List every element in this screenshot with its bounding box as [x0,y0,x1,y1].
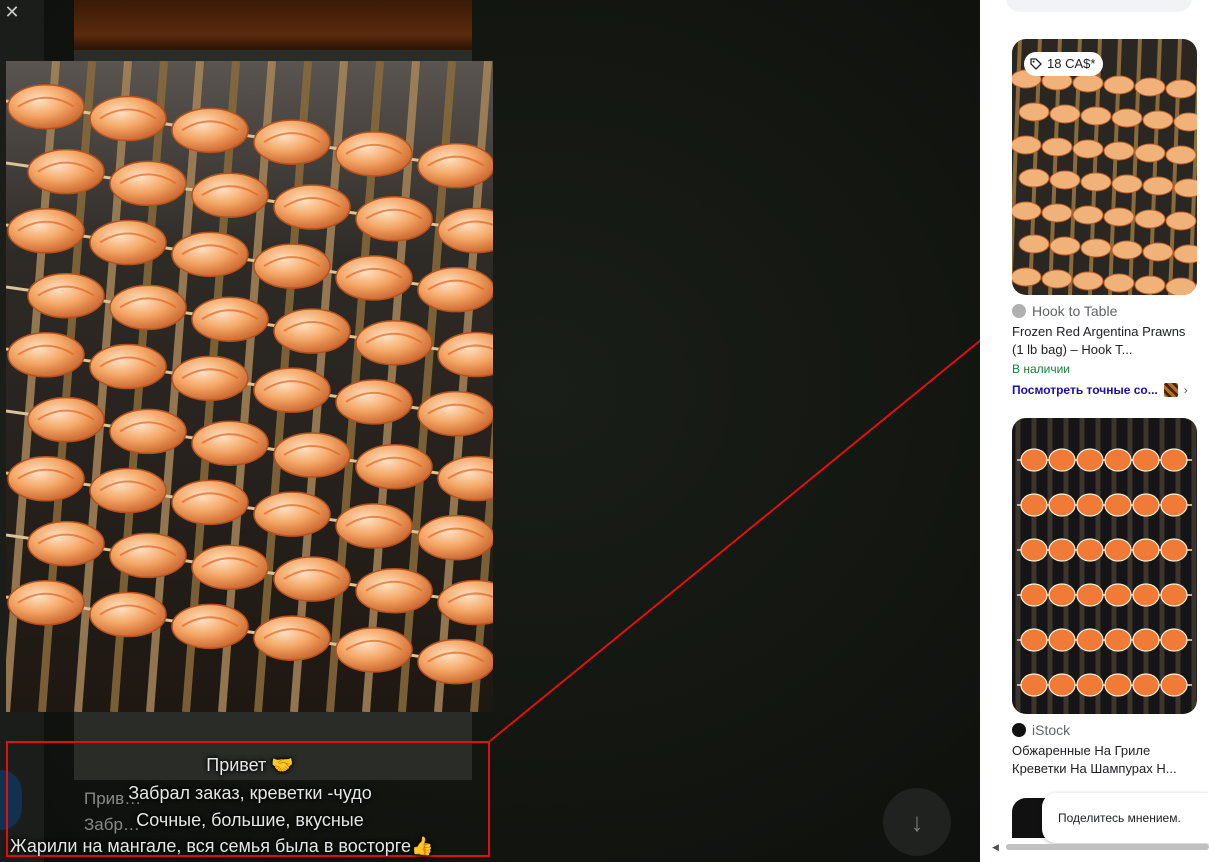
hook-to-table-icon [1012,304,1026,318]
istock-icon [1012,723,1026,737]
result-thumbnail[interactable] [1012,418,1197,714]
price-badge: 18 CA$* [1024,52,1104,76]
result-source[interactable]: iStock [1012,720,1197,740]
match-thumbnail-icon [1163,383,1178,397]
result-source[interactable]: Hook to Table [1012,301,1197,321]
caption-line-4: Жарили на мангале, вся семья была в вост… [10,836,434,856]
close-icon[interactable]: ✕ [2,2,22,22]
result-card-istock[interactable]: iStock Обжаренные На Гриле Креветки На Ш… [1012,418,1197,778]
source-name: Hook to Table [1032,303,1118,319]
shrimp-photo-art [6,61,493,712]
result-title[interactable]: Обжаренные На Гриле Креветки На Шампурах… [1012,742,1197,778]
source-name: iStock [1032,722,1071,738]
caption-line-1: Привет 🤝 [206,755,294,775]
scroll-left-icon[interactable]: ◀ [992,842,999,853]
caption-line-2: Забрал заказ, креветки -чудо [128,783,372,803]
scrollbar-thumb[interactable] [1006,844,1209,850]
feedback-button[interactable]: Поделитесь мнением. [1042,793,1209,843]
horizontal-scrollbar[interactable]: ◀ [990,842,1209,852]
shrimp-thumb-art [1012,39,1197,295]
caption-line-3: Сочные, большие, вкусные [136,810,364,830]
previous-result-card[interactable] [1006,0,1192,12]
result-thumbnail[interactable]: 18 CA$* [1012,39,1197,295]
scroll-down-button[interactable]: ↓ [883,788,951,856]
shrimp-photo[interactable] [6,61,493,712]
previous-image [74,0,472,50]
result-title[interactable]: Frozen Red Argentina Prawns (1 lb bag) –… [1012,323,1197,359]
search-results-panel: 18 CA$* Hook to Table Frozen Red Argenti… [980,0,1209,862]
image-viewer: ✕ Прив… Забр… ↓ Привет 🤝 Забрал заказ, к… [0,0,980,862]
stock-status: В наличии [1012,362,1071,376]
price-text: 18 CA$* [1047,56,1096,71]
exact-matches-link[interactable]: Посмотреть точные со... › [1012,382,1197,398]
result-card-hook-to-table[interactable]: 18 CA$* Hook to Table Frozen Red Argenti… [1012,39,1197,398]
price-tag-icon [1030,58,1042,70]
shrimp-skewer-thumb-art [1012,418,1197,714]
caption-highlight-box: Привет 🤝 Забрал заказ, креветки -чудо Со… [6,741,490,857]
exact-matches-label: Посмотреть точные со... [1012,383,1158,397]
chevron-right-icon: › [1183,383,1188,397]
